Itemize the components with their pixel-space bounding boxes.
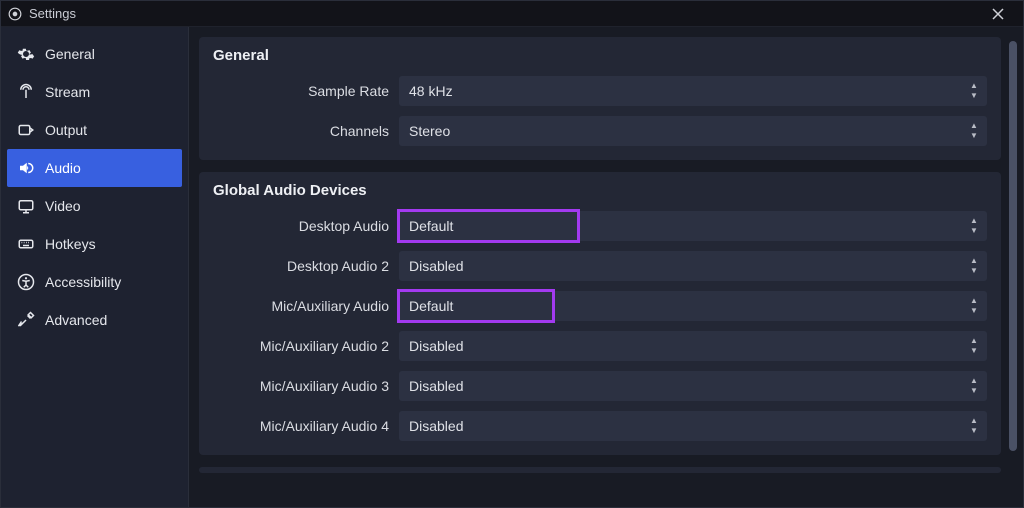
row-mic-aux-2: Mic/Auxiliary Audio 2 Disabled ▲▼ xyxy=(213,331,987,361)
speaker-icon xyxy=(17,159,35,177)
sidebar-item-general[interactable]: General xyxy=(7,35,182,73)
sidebar-item-label: Output xyxy=(45,122,87,138)
select-value: Default xyxy=(409,218,453,234)
obs-logo-icon xyxy=(7,6,23,22)
spinner-icon: ▲▼ xyxy=(965,333,983,359)
row-label: Desktop Audio xyxy=(213,218,389,234)
sidebar-item-video[interactable]: Video xyxy=(7,187,182,225)
panel-title: Global Audio Devices xyxy=(213,182,987,199)
select-mic-aux[interactable]: Default ▲▼ xyxy=(399,291,987,321)
sidebar-item-label: Stream xyxy=(45,84,90,100)
content-area: General Sample Rate 48 kHz ▲▼ Channels S… xyxy=(189,27,1023,507)
select-value: Disabled xyxy=(409,258,463,274)
scrollbar[interactable] xyxy=(1009,37,1017,499)
content-scroll: General Sample Rate 48 kHz ▲▼ Channels S… xyxy=(199,37,1001,499)
sidebar: General Stream Output Audio xyxy=(1,27,189,507)
panel-global-audio-devices: Global Audio Devices Desktop Audio Defau… xyxy=(199,172,1001,455)
select-value: Disabled xyxy=(409,378,463,394)
spinner-icon: ▲▼ xyxy=(965,78,983,104)
panel-title: General xyxy=(213,47,987,64)
sidebar-item-label: Accessibility xyxy=(45,274,121,290)
sidebar-item-output[interactable]: Output xyxy=(7,111,182,149)
row-label: Sample Rate xyxy=(213,83,389,99)
spinner-icon: ▲▼ xyxy=(965,118,983,144)
row-label: Mic/Auxiliary Audio 2 xyxy=(213,338,389,354)
select-mic-aux-3[interactable]: Disabled ▲▼ xyxy=(399,371,987,401)
scroll-thumb[interactable] xyxy=(1009,41,1017,451)
row-mic-aux-3: Mic/Auxiliary Audio 3 Disabled ▲▼ xyxy=(213,371,987,401)
select-desktop-audio-2[interactable]: Disabled ▲▼ xyxy=(399,251,987,281)
row-label: Desktop Audio 2 xyxy=(213,258,389,274)
panel-next xyxy=(199,467,1001,473)
titlebar: Settings xyxy=(1,1,1023,27)
spinner-icon: ▲▼ xyxy=(965,213,983,239)
select-value: Disabled xyxy=(409,338,463,354)
sidebar-item-audio[interactable]: Audio xyxy=(7,149,182,187)
row-desktop-audio-2: Desktop Audio 2 Disabled ▲▼ xyxy=(213,251,987,281)
row-channels: Channels Stereo ▲▼ xyxy=(213,116,987,146)
select-value: Stereo xyxy=(409,123,450,139)
window-body: General Stream Output Audio xyxy=(1,27,1023,507)
select-sample-rate[interactable]: 48 kHz ▲▼ xyxy=(399,76,987,106)
spinner-icon: ▲▼ xyxy=(965,293,983,319)
antenna-icon xyxy=(17,83,35,101)
row-label: Mic/Auxiliary Audio 3 xyxy=(213,378,389,394)
sidebar-item-label: Advanced xyxy=(45,312,107,328)
keyboard-icon xyxy=(17,235,35,253)
row-label: Mic/Auxiliary Audio xyxy=(213,298,389,314)
sidebar-item-hotkeys[interactable]: Hotkeys xyxy=(7,225,182,263)
select-value: Disabled xyxy=(409,418,463,434)
sidebar-item-label: Hotkeys xyxy=(45,236,96,252)
row-desktop-audio: Desktop Audio Default ▲▼ xyxy=(213,211,987,241)
window-title: Settings xyxy=(29,6,76,21)
spinner-icon: ▲▼ xyxy=(965,253,983,279)
sidebar-item-label: Video xyxy=(45,198,81,214)
sidebar-item-advanced[interactable]: Advanced xyxy=(7,301,182,339)
sidebar-item-accessibility[interactable]: Accessibility xyxy=(7,263,182,301)
sidebar-item-label: Audio xyxy=(45,160,81,176)
row-mic-aux-4: Mic/Auxiliary Audio 4 Disabled ▲▼ xyxy=(213,411,987,441)
spinner-icon: ▲▼ xyxy=(965,373,983,399)
select-mic-aux-2[interactable]: Disabled ▲▼ xyxy=(399,331,987,361)
select-value: Default xyxy=(409,298,453,314)
select-channels[interactable]: Stereo ▲▼ xyxy=(399,116,987,146)
select-mic-aux-4[interactable]: Disabled ▲▼ xyxy=(399,411,987,441)
row-mic-aux: Mic/Auxiliary Audio Default ▲▼ xyxy=(213,291,987,321)
sidebar-item-label: General xyxy=(45,46,95,62)
row-label: Channels xyxy=(213,123,389,139)
select-desktop-audio[interactable]: Default ▲▼ xyxy=(399,211,987,241)
gear-icon xyxy=(17,45,35,63)
row-label: Mic/Auxiliary Audio 4 xyxy=(213,418,389,434)
row-sample-rate: Sample Rate 48 kHz ▲▼ xyxy=(213,76,987,106)
accessibility-icon xyxy=(17,273,35,291)
output-icon xyxy=(17,121,35,139)
settings-window: Settings General Stream xyxy=(0,0,1024,508)
sidebar-item-stream[interactable]: Stream xyxy=(7,73,182,111)
close-button[interactable] xyxy=(979,1,1017,27)
panel-general: General Sample Rate 48 kHz ▲▼ Channels S… xyxy=(199,37,1001,160)
monitor-icon xyxy=(17,197,35,215)
spinner-icon: ▲▼ xyxy=(965,413,983,439)
tools-icon xyxy=(17,311,35,329)
select-value: 48 kHz xyxy=(409,83,453,99)
